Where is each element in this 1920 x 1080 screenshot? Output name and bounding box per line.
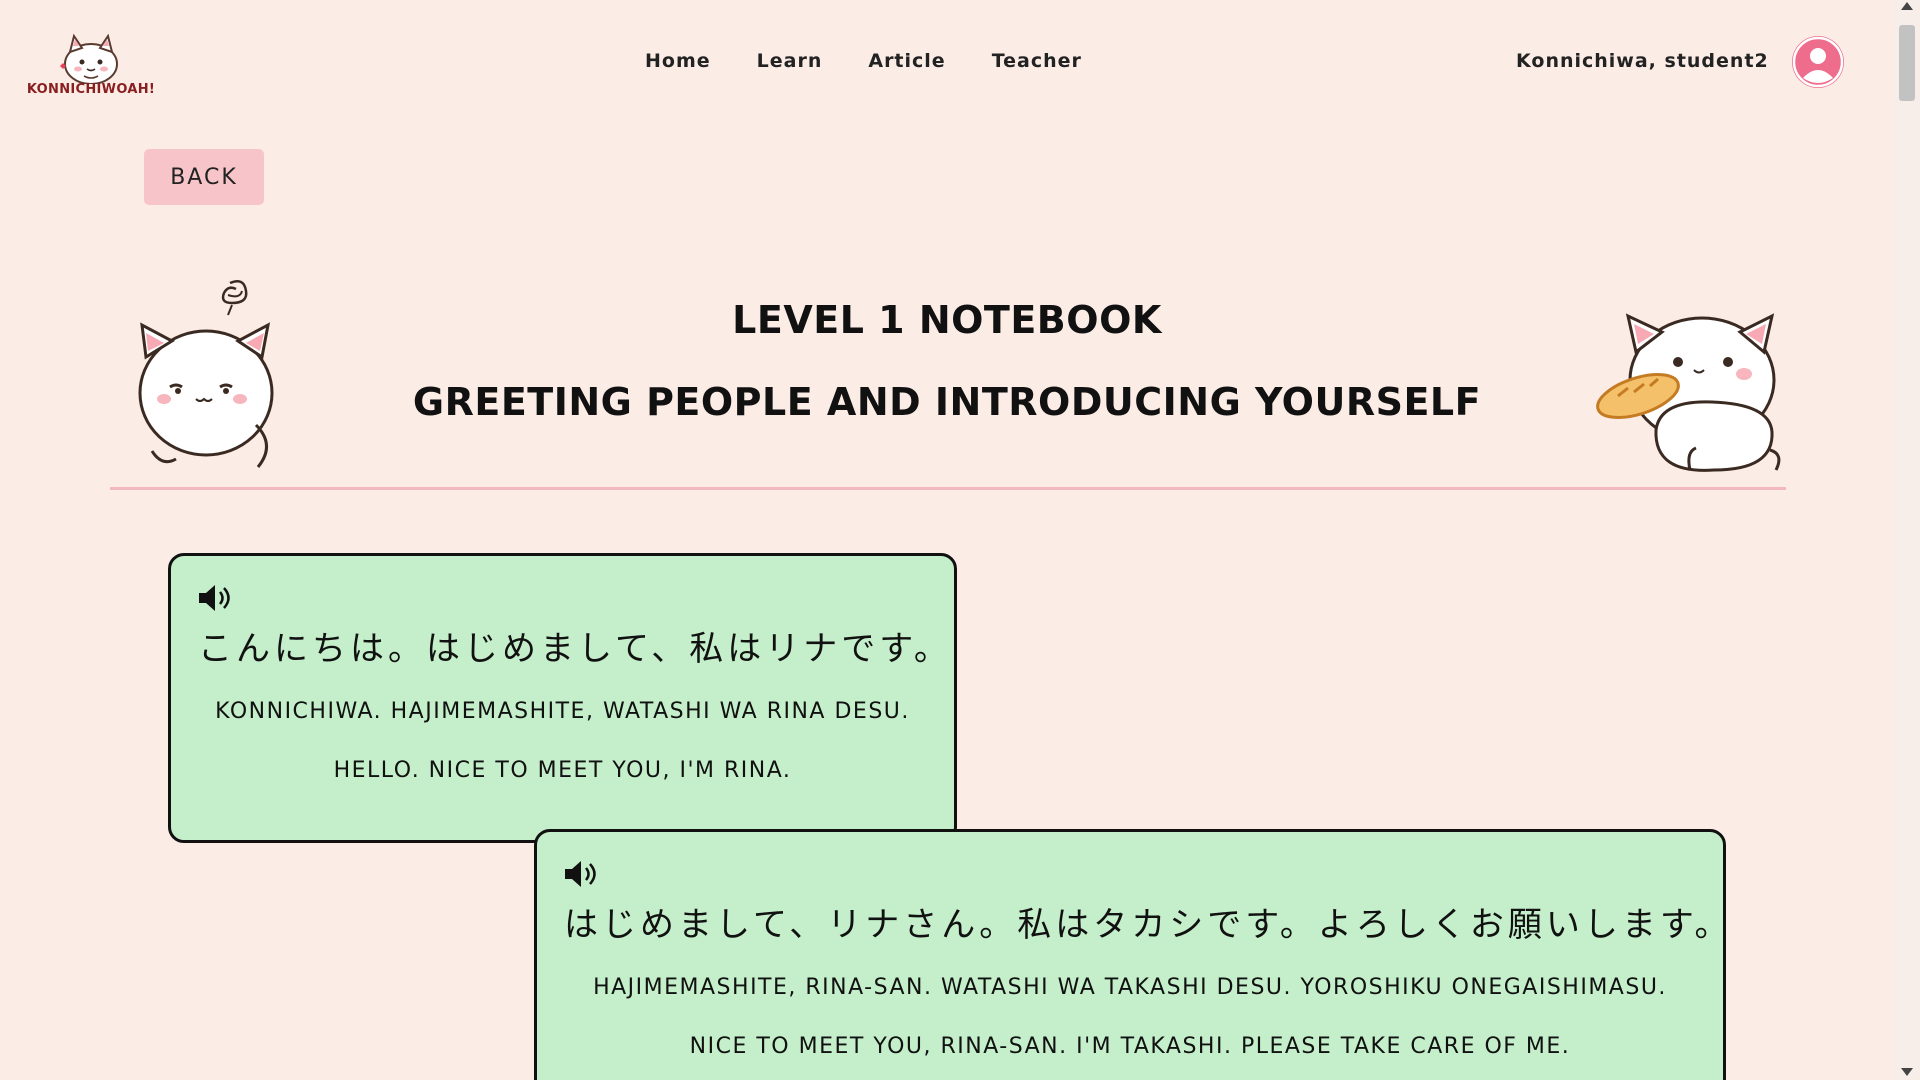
- japanese-text: こんにちは。はじめまして、私はリナです。: [198, 629, 952, 669]
- scroll-up-arrow-icon[interactable]: [1901, 2, 1913, 10]
- cat-illustration-right: [1594, 300, 1786, 482]
- romaji-text: HAJIMEMASHITE, RINA-SAN. WATASHI WA TAKA…: [593, 975, 1667, 1000]
- user-avatar-button[interactable]: [1792, 36, 1844, 88]
- play-audio-button[interactable]: [563, 858, 601, 890]
- speaker-icon: [199, 585, 230, 611]
- nav-learn[interactable]: Learn: [757, 50, 823, 72]
- back-button[interactable]: BACK: [144, 149, 264, 205]
- site-logo[interactable]: KONNICHIWOAH!: [20, 22, 162, 104]
- scrollbar-thumb[interactable]: [1899, 25, 1915, 101]
- scroll-down-arrow-icon[interactable]: [1901, 1068, 1913, 1076]
- play-audio-button[interactable]: [197, 582, 235, 614]
- user-avatar-icon: [1792, 36, 1844, 88]
- nav-home[interactable]: Home: [645, 50, 711, 72]
- romaji-text: KONNICHIWA. HAJIMEMASHITE, WATASHI WA RI…: [215, 699, 910, 724]
- phrase-card: こんにちは。はじめまして、私はリナです。 KONNICHIWA. HAJIMEM…: [168, 553, 957, 843]
- main-nav: Home Learn Article Teacher: [645, 50, 1128, 72]
- english-translation: NICE TO MEET YOU, RINA-SAN. I'M TAKASHI.…: [689, 1034, 1571, 1059]
- logo-text: KONNICHIWOAH!: [26, 82, 156, 97]
- phrase-card: はじめまして、リナさん。私はタカシです。よろしくお願いします。 HAJIMEMA…: [534, 829, 1733, 1080]
- japanese-text: はじめまして、リナさん。私はタカシです。よろしくお願いします。: [564, 905, 1733, 945]
- title-divider: [110, 487, 1786, 490]
- user-greeting: Konnichiwa, student2: [1516, 50, 1769, 72]
- nav-teacher[interactable]: Teacher: [992, 50, 1082, 72]
- english-translation: HELLO. NICE TO MEET YOU, I'M RINA.: [333, 758, 792, 783]
- page: KONNICHIWOAH! Home Learn Article Teacher…: [0, 0, 1920, 1080]
- nav-article[interactable]: Article: [868, 50, 945, 72]
- speaker-icon: [565, 861, 596, 887]
- cat-with-bread-icon: [1596, 313, 1781, 472]
- vertical-scrollbar[interactable]: [1894, 0, 1920, 1080]
- cat-logo-icon: [60, 33, 118, 85]
